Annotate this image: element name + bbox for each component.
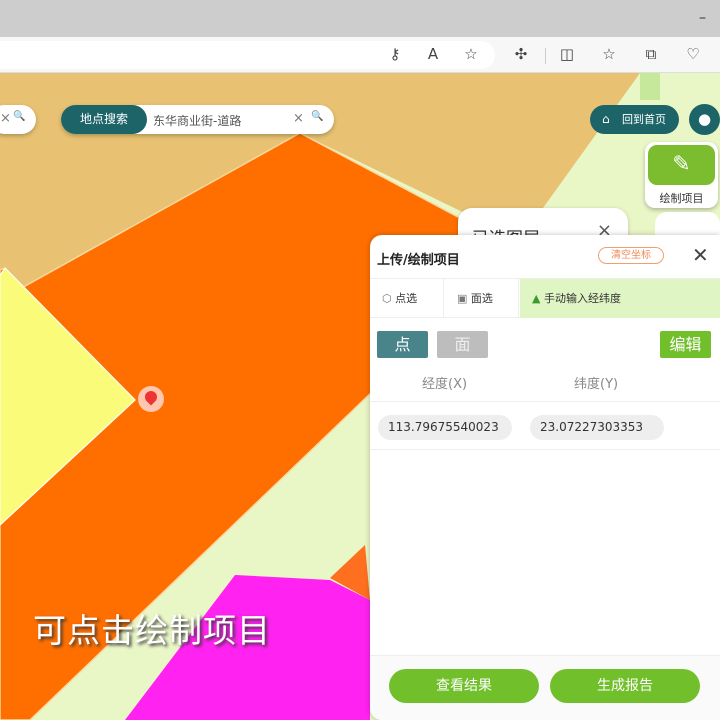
search-box-left[interactable]: × 🔍 xyxy=(0,105,36,134)
area-select-icon: ▣ xyxy=(457,292,471,305)
draw-polygon-icon: ✎ xyxy=(648,145,715,185)
panel-footer: 查看结果 生成报告 xyxy=(370,655,720,720)
extensions-icon[interactable]: ✣ xyxy=(511,45,531,63)
tab-label: 手动输入经纬度 xyxy=(543,292,621,305)
clear-icon[interactable]: × xyxy=(0,111,11,126)
column-header-latitude: 纬度(Y) xyxy=(574,377,619,392)
home-icon: ⌂ xyxy=(602,112,610,126)
favorites-list-icon[interactable]: ☆ xyxy=(599,45,619,63)
tab-label: 面选 xyxy=(470,292,493,305)
tab-label: 点选 xyxy=(395,292,418,305)
key-icon[interactable]: ⚷ xyxy=(385,45,405,63)
select-mode-tabs: ⬡ 点选 ▣ 面选 ▲ 手动输入经纬度 xyxy=(370,278,720,318)
panel-title: 上传/绘制项目 xyxy=(377,253,460,268)
favorite-star-icon[interactable]: ☆ xyxy=(461,45,481,63)
draw-project-button[interactable]: ✎ 绘制项目 xyxy=(645,142,718,208)
place-search-tag[interactable]: 地点搜索 xyxy=(61,105,147,134)
longitude-input[interactable]: 113.79675540023 xyxy=(378,415,512,440)
clear-icon[interactable]: × xyxy=(293,111,304,126)
clear-coords-button[interactable]: 清空坐标 xyxy=(598,247,664,264)
split-screen-icon[interactable]: ◫ xyxy=(557,45,577,63)
map-green-strip xyxy=(640,73,660,100)
place-search-input[interactable]: 东华商业街-道路 xyxy=(153,112,241,129)
edit-button[interactable]: 编辑 xyxy=(660,331,711,358)
divider xyxy=(370,401,720,402)
draw-project-label: 绘制项目 xyxy=(659,192,704,205)
home-button-label: 回到首页 xyxy=(622,113,666,126)
close-icon[interactable]: ✕ xyxy=(692,243,709,267)
tab-area-select[interactable]: ▣ 面选 xyxy=(445,279,519,318)
video-caption: 可点击绘制项目 xyxy=(33,611,271,650)
latitude-input[interactable]: 23.07227303353 xyxy=(530,415,664,440)
point-select-icon: ⬡ xyxy=(382,292,396,305)
address-bar[interactable] xyxy=(0,41,495,69)
tab-manual-input[interactable]: ▲ 手动输入经纬度 xyxy=(520,279,720,318)
mode-point-button[interactable]: 点 xyxy=(377,331,428,358)
user-avatar-button[interactable]: ● xyxy=(689,104,720,135)
browser-health-icon[interactable]: ♡ xyxy=(683,45,703,63)
north-arrow-icon: ▲ xyxy=(532,292,544,305)
upload-draw-panel: 上传/绘制项目 清空坐标 ✕ ⬡ 点选 ▣ 面选 ▲ 手动输入经纬度 点 面 编… xyxy=(370,235,720,720)
browser-titlebar: – xyxy=(0,0,720,37)
generate-report-button[interactable]: 生成报告 xyxy=(550,669,700,703)
divider xyxy=(370,449,720,450)
collections-icon[interactable]: ⧉ xyxy=(641,45,661,63)
mode-face-button[interactable]: 面 xyxy=(437,331,488,358)
search-icon[interactable]: 🔍 xyxy=(13,111,25,122)
place-search-box[interactable]: 地点搜索 东华商业街-道路 × 🔍 xyxy=(61,105,334,134)
location-pin-icon[interactable] xyxy=(138,386,164,412)
toolbar-divider xyxy=(545,48,546,64)
view-results-button[interactable]: 查看结果 xyxy=(389,669,539,703)
tab-point-select[interactable]: ⬡ 点选 xyxy=(370,279,444,318)
minimize-button[interactable]: – xyxy=(699,10,706,26)
user-icon: ● xyxy=(697,110,712,128)
search-icon[interactable]: 🔍 xyxy=(311,111,323,122)
read-aloud-icon[interactable]: A xyxy=(423,45,443,63)
home-button[interactable]: ⌂ 回到首页 xyxy=(590,105,679,134)
column-header-longitude: 经度(X) xyxy=(422,377,468,392)
browser-toolbar: ⚷ A ☆ ✣ ◫ ☆ ⧉ ♡ xyxy=(0,37,720,73)
